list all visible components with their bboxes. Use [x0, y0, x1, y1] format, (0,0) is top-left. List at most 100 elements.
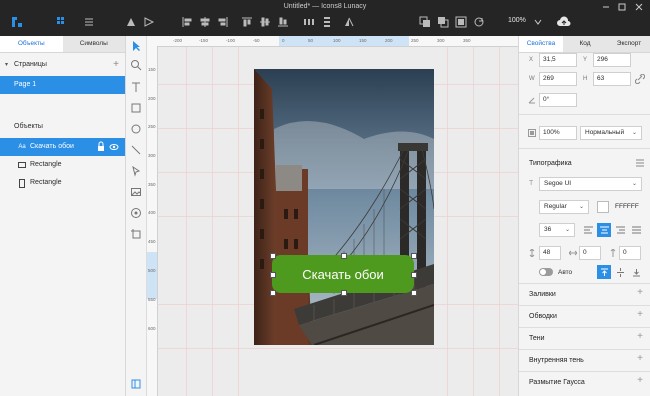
artboard-tool-icon[interactable]	[129, 227, 143, 241]
auto-size-toggle[interactable]	[539, 268, 553, 276]
borders-section[interactable]: Обводки	[529, 313, 557, 320]
height-field[interactable]: 63	[593, 72, 631, 86]
font-weight-dropdown[interactable]: Regular ⌄	[539, 200, 589, 214]
bridge-photo[interactable]	[254, 69, 434, 345]
close-icon[interactable]	[634, 2, 644, 12]
chevron-down-icon: ⌄	[631, 130, 637, 136]
tab-code[interactable]: Код	[563, 36, 607, 52]
gaussian-blur-section[interactable]: Размытие Гаусса	[529, 379, 585, 386]
align-center-icon[interactable]	[198, 15, 212, 29]
add-border-icon[interactable]: +	[637, 309, 643, 320]
zoom-tool-icon[interactable]	[129, 58, 143, 72]
select-tool-icon[interactable]	[129, 39, 143, 53]
line-height-icon	[528, 248, 536, 259]
paragraph-spacing-field[interactable]: 0	[619, 246, 641, 260]
maximize-icon[interactable]	[617, 2, 627, 12]
divider	[519, 148, 650, 149]
add-fill-icon[interactable]: +	[637, 287, 643, 298]
blend-mode-dropdown[interactable]: Нормальный ⌄	[580, 126, 642, 140]
image-tool-icon[interactable]	[129, 185, 143, 199]
add-inner-shadow-icon[interactable]: +	[637, 353, 643, 364]
cloud-upload-icon[interactable]	[557, 15, 571, 29]
opacity-field[interactable]: 100%	[539, 126, 577, 140]
letter-spacing-field[interactable]: 0	[579, 246, 601, 260]
add-blur-icon[interactable]: +	[637, 375, 643, 386]
align-left-icon[interactable]	[180, 15, 194, 29]
send-backward-icon[interactable]	[436, 15, 450, 29]
width-field[interactable]: 269	[539, 72, 577, 86]
font-color-swatch[interactable]	[597, 201, 609, 213]
rotation-field[interactable]: 0°	[539, 93, 577, 107]
list-view-icon[interactable]	[82, 15, 96, 29]
add-page-icon[interactable]: +	[113, 58, 119, 72]
vertical-align-bottom-icon[interactable]	[629, 265, 643, 279]
layer-item[interactable]: Rectangle	[0, 174, 125, 192]
page-item[interactable]: Page 1	[0, 76, 125, 94]
minimize-icon[interactable]	[601, 2, 611, 12]
panel-toggle-icon[interactable]	[129, 377, 143, 391]
fills-section[interactable]: Заливки	[529, 291, 556, 298]
constrain-proportions-icon[interactable]	[634, 73, 646, 86]
resize-handle[interactable]	[341, 253, 347, 259]
inner-shadow-section[interactable]: Внутренняя тень	[529, 357, 584, 364]
text-styles-icon[interactable]	[635, 159, 645, 169]
resize-handle[interactable]	[270, 253, 276, 259]
resize-handle[interactable]	[341, 290, 347, 296]
pages-section[interactable]: ▾ Страницы +	[0, 58, 125, 72]
chevron-down-icon[interactable]: ▾	[5, 58, 8, 72]
symbol-tool-icon[interactable]	[129, 206, 143, 220]
line-height-field[interactable]: 48	[539, 246, 561, 260]
resize-handle[interactable]	[270, 272, 276, 278]
design-canvas[interactable]: -200 -150 -100 -50 0 50 100 150 200 250 …	[147, 36, 518, 396]
rotate-icon[interactable]	[472, 15, 486, 29]
text-tool-icon[interactable]	[129, 80, 143, 94]
grid-view-icon[interactable]	[55, 15, 69, 29]
vertical-align-top-icon[interactable]	[597, 265, 611, 279]
text-align-center-icon[interactable]	[597, 223, 611, 237]
add-shadow-icon[interactable]: +	[637, 331, 643, 342]
left-panel-tabs: Объекты Символы	[0, 36, 125, 53]
font-color-hex[interactable]: FFFFFF	[615, 203, 639, 210]
ellipse-tool-icon[interactable]	[129, 122, 143, 136]
align-right-icon[interactable]	[216, 15, 230, 29]
zoom-dropdown-icon[interactable]	[531, 15, 545, 29]
pen-tool-icon[interactable]	[129, 164, 143, 178]
flip-icon[interactable]	[342, 15, 356, 29]
ruler-tick-label: 400	[148, 210, 156, 215]
text-align-left-icon[interactable]	[581, 223, 595, 237]
tab-export[interactable]: Экспорт	[607, 36, 650, 52]
font-size-dropdown[interactable]: 36 ⌄	[539, 223, 575, 237]
ruler-tick-label: 150	[148, 67, 156, 72]
insert-shape-icon[interactable]	[124, 15, 138, 29]
align-bottom-icon[interactable]	[276, 15, 290, 29]
group-icon[interactable]	[454, 15, 468, 29]
line-tool-icon[interactable]	[129, 143, 143, 157]
tab-objects[interactable]: Объекты	[0, 36, 63, 52]
layer-item[interactable]: Rectangle	[0, 156, 125, 174]
font-family-dropdown[interactable]: Segoe UI ⌄	[539, 177, 642, 191]
distribute-horizontal-icon[interactable]	[302, 15, 316, 29]
layer-item[interactable]: Aa Скачать обои	[0, 138, 125, 156]
resize-handle[interactable]	[270, 290, 276, 296]
download-wallpaper-button[interactable]: Скачать обои	[272, 255, 414, 293]
vertical-align-middle-icon[interactable]	[613, 265, 627, 279]
text-align-right-icon[interactable]	[613, 223, 627, 237]
shadows-section[interactable]: Тени	[529, 335, 545, 342]
resize-handle[interactable]	[411, 272, 417, 278]
distribute-vertical-icon[interactable]	[320, 15, 334, 29]
align-top-icon[interactable]	[240, 15, 254, 29]
rectangle-tool-icon[interactable]	[129, 101, 143, 115]
y-position-field[interactable]: 296	[593, 53, 631, 67]
text-justify-icon[interactable]	[629, 223, 643, 237]
font-weight-value: Regular	[544, 203, 567, 210]
tab-properties[interactable]: Свойства	[519, 36, 563, 52]
ruler-tick-label: 350	[148, 182, 156, 187]
bring-forward-icon[interactable]	[418, 15, 432, 29]
tab-symbols[interactable]: Символы	[63, 36, 126, 52]
align-middle-icon[interactable]	[258, 15, 272, 29]
x-position-field[interactable]: 31,5	[539, 53, 577, 67]
resize-handle[interactable]	[411, 253, 417, 259]
boolean-icon[interactable]	[142, 15, 156, 29]
resize-handle[interactable]	[411, 290, 417, 296]
zoom-level[interactable]: 100%	[508, 17, 526, 24]
